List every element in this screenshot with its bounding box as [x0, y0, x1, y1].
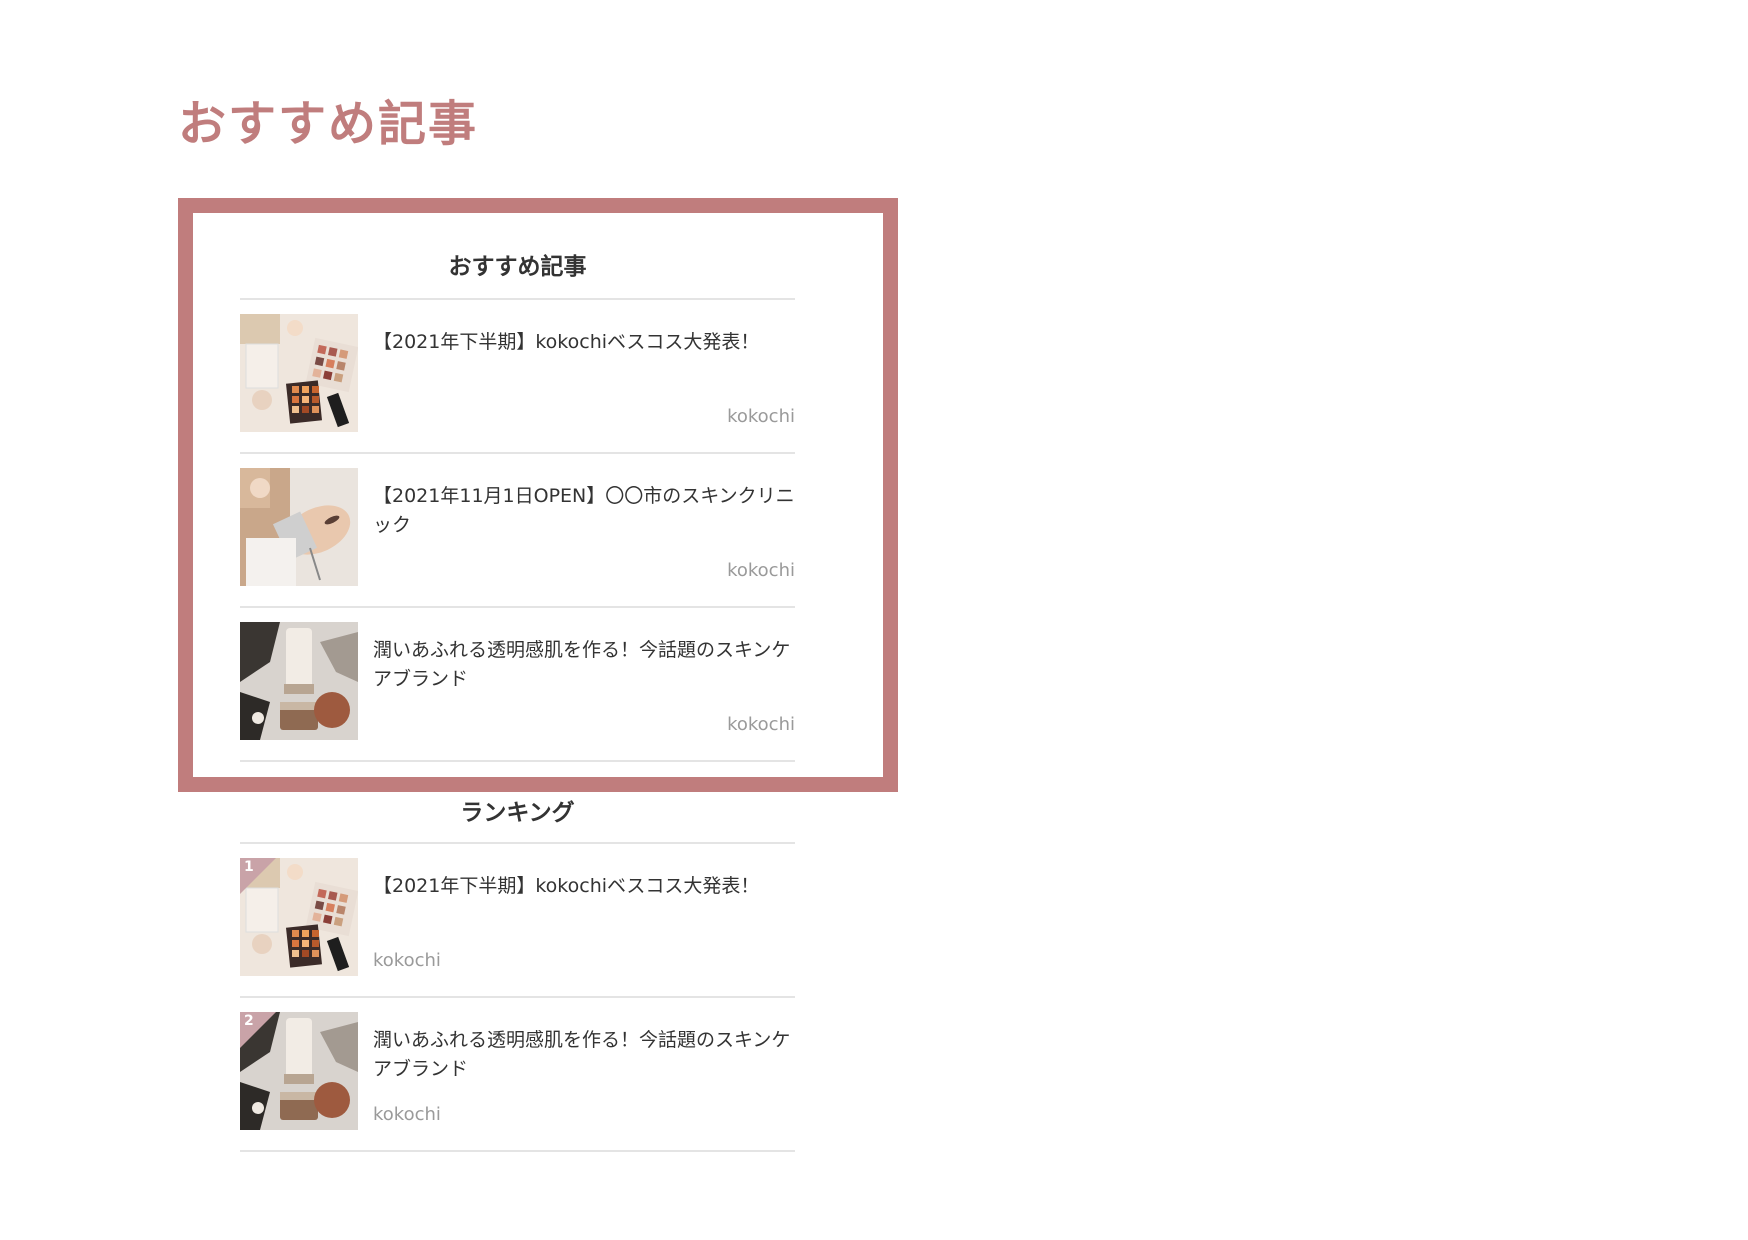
skincare-photo-icon — [240, 622, 358, 740]
ranking-article-1[interactable]: 1 【2021年下半期】kokochiベスコス大発表！ kokochi — [240, 858, 795, 998]
article-thumbnail-skincare[interactable] — [240, 622, 358, 740]
article-title[interactable]: 【2021年下半期】kokochiベスコス大発表！ — [373, 872, 795, 901]
divider — [240, 606, 795, 608]
divider — [240, 842, 795, 844]
divider — [240, 1150, 795, 1152]
recommended-section-title: おすすめ記事 — [448, 254, 587, 280]
article-title[interactable]: 潤いあふれる透明感肌を作る！今話題のスキンケアブランド — [373, 1026, 795, 1084]
article-author: kokochi — [727, 406, 795, 427]
article-title[interactable]: 潤いあふれる透明感肌を作る！今話題のスキンケアブランド — [373, 636, 795, 694]
article-author: kokochi — [373, 1104, 441, 1125]
recommended-article-3[interactable]: 潤いあふれる透明感肌を作る！今話題のスキンケアブランド kokochi — [240, 622, 795, 762]
article-thumbnail-skincare[interactable]: 2 — [240, 1012, 358, 1130]
article-title[interactable]: 【2021年下半期】kokochiベスコス大発表！ — [373, 328, 795, 357]
article-thumbnail-cosmetics[interactable]: 1 — [240, 858, 358, 976]
cosmetics-photo-icon — [240, 314, 358, 432]
article-title[interactable]: 【2021年11月1日OPEN】〇〇市のスキンクリニック — [373, 482, 795, 540]
divider — [240, 298, 795, 300]
divider — [240, 760, 795, 762]
article-author: kokochi — [727, 714, 795, 735]
recommended-article-1[interactable]: 【2021年下半期】kokochiベスコス大発表！ kokochi — [240, 314, 795, 454]
article-author: kokochi — [727, 560, 795, 581]
rank-number: 1 — [244, 859, 254, 875]
ranking-section-title: ランキング — [460, 800, 575, 826]
ranking-article-2[interactable]: 2 潤いあふれる透明感肌を作る！今話題のスキンケアブランド kokochi — [240, 1012, 795, 1152]
article-author: kokochi — [373, 950, 441, 971]
article-thumbnail-facial[interactable] — [240, 468, 358, 586]
page-heading: おすすめ記事 — [178, 96, 479, 152]
divider — [240, 996, 795, 998]
article-thumbnail-cosmetics[interactable] — [240, 314, 358, 432]
facial-treatment-photo-icon — [240, 468, 358, 586]
divider — [240, 452, 795, 454]
recommended-article-2[interactable]: 【2021年11月1日OPEN】〇〇市のスキンクリニック kokochi — [240, 468, 795, 608]
rank-number: 2 — [244, 1013, 254, 1029]
